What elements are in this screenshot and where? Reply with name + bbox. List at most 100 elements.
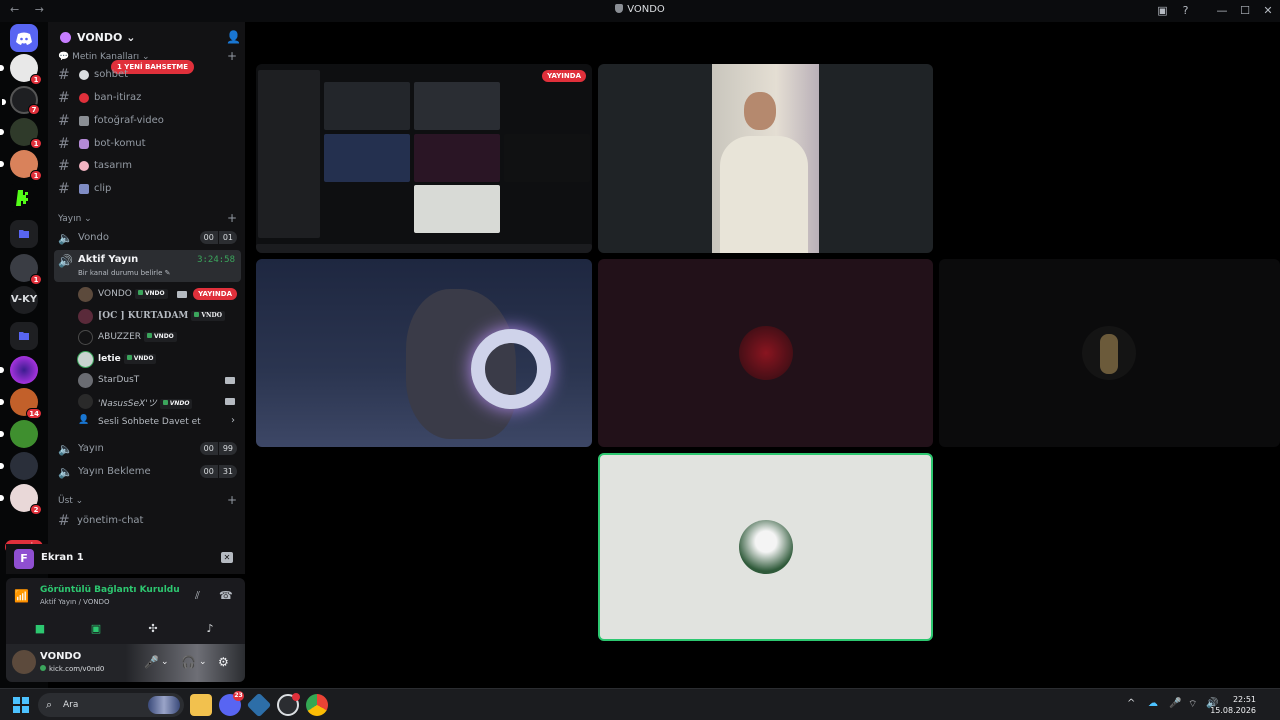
- voice-user[interactable]: ABUZZER VNDO: [76, 327, 241, 347]
- stream-tile-vondo[interactable]: YAYINDA: [256, 64, 592, 253]
- channel-sohbet[interactable]: # sohbet: [56, 65, 239, 85]
- maximize-button[interactable]: ☐: [1233, 2, 1257, 20]
- camera-tile-vondo[interactable]: [256, 259, 592, 447]
- channel-status[interactable]: Bir kanal durumu belirle ✎: [78, 269, 171, 277]
- server-icon-1[interactable]: 1: [0, 54, 42, 85]
- channel-bot-komut[interactable]: # bot-komut: [56, 134, 239, 154]
- chevron-up-icon[interactable]: ^: [1127, 698, 1135, 709]
- soundboard-button[interactable]: ♪: [186, 619, 234, 639]
- app-icon[interactable]: [246, 692, 272, 718]
- cloud-icon[interactable]: ☁: [1148, 698, 1158, 709]
- user-count-current: 00: [203, 233, 214, 242]
- connection-status[interactable]: Görüntülü Bağlantı Kuruldu: [40, 585, 180, 595]
- connection-location[interactable]: Aktif Yayın / VONDO: [40, 598, 109, 606]
- user-count-current: 00: [203, 444, 214, 453]
- avatar: [78, 330, 93, 345]
- microphone-icon[interactable]: 🎤: [144, 655, 159, 669]
- shield-icon: [615, 4, 624, 13]
- active-voice-channel[interactable]: 🔊 Aktif Yayın 3:24:58 Bir kanal durumu b…: [54, 250, 241, 282]
- voice-user[interactable]: VONDO VNDO YAYINDA: [76, 284, 241, 304]
- channel-yonetim-chat[interactable]: # yönetim-chat: [56, 511, 239, 531]
- close-button[interactable]: ✕: [1256, 2, 1280, 20]
- unread-pip: [0, 431, 4, 437]
- user-count-limit: 01: [217, 231, 237, 244]
- live-badge[interactable]: YAYINDA: [193, 288, 237, 300]
- server-icon-2[interactable]: 7: [2, 86, 40, 115]
- server-label: V-KY: [10, 294, 38, 305]
- create-channel-icon[interactable]: +: [227, 49, 237, 63]
- headphones-icon[interactable]: 🎧: [181, 655, 196, 669]
- folder-icon[interactable]: [10, 220, 38, 248]
- avatar-tile-letie[interactable]: [598, 453, 933, 641]
- voice-user[interactable]: letie VNDO: [76, 349, 241, 369]
- create-channel-icon[interactable]: +: [227, 493, 237, 507]
- user-count-limit: 99: [217, 442, 237, 455]
- avatar-tile-kurtadam[interactable]: [598, 259, 933, 447]
- camera-tile-letie[interactable]: [598, 64, 933, 253]
- discord-app-icon[interactable]: 23: [219, 691, 244, 716]
- server-icon-7[interactable]: 14: [0, 388, 42, 419]
- minimize-button[interactable]: —: [1210, 2, 1234, 20]
- clock-time: 22:51: [1232, 695, 1256, 704]
- add-user-icon: 👤: [78, 415, 90, 425]
- stream-preview-sidebar: [258, 70, 320, 238]
- discord-home-icon[interactable]: [10, 24, 38, 52]
- avatar[interactable]: [12, 650, 36, 674]
- channel-label: ban-itiraz: [94, 92, 142, 103]
- headphones-glow: [471, 329, 551, 409]
- kick-server-icon[interactable]: [10, 184, 38, 212]
- folder-icon-2[interactable]: [10, 322, 38, 350]
- channel-fotograf-video[interactable]: # fotoğraf-video: [56, 111, 239, 131]
- voice-channel-yayin-bekleme[interactable]: 🔈 Yayın Bekleme 00 31: [56, 462, 239, 482]
- create-channel-icon[interactable]: +: [227, 211, 237, 225]
- stop-stream-icon[interactable]: ✕: [221, 552, 233, 563]
- screen-share-button[interactable]: ▣: [72, 619, 120, 639]
- voice-channel-vondo[interactable]: 🔈 Vondo 00 01: [56, 228, 239, 248]
- disconnect-icon[interactable]: ☎: [219, 589, 233, 602]
- category-ust[interactable]: Üst ⌄: [58, 496, 83, 506]
- server-icon-vky[interactable]: V-KY: [10, 286, 38, 314]
- category-yayin[interactable]: Yayın ⌄: [58, 214, 92, 224]
- activities-button[interactable]: ✣: [129, 619, 177, 639]
- server-icon-6[interactable]: [0, 356, 38, 384]
- server-icon-5[interactable]: 1: [10, 254, 42, 285]
- server-header[interactable]: VONDO ⌄ 👤: [48, 22, 245, 52]
- signal-icon[interactable]: 📶: [14, 589, 29, 603]
- microphone-icon[interactable]: 🎤: [1169, 698, 1181, 709]
- chrome-icon[interactable]: [306, 694, 328, 716]
- server-icon-8[interactable]: [0, 420, 38, 448]
- channel-tasarim[interactable]: # tasarım: [56, 156, 239, 176]
- taskbar-search[interactable]: ⌕ Ara: [38, 693, 184, 717]
- channel-label: tasarım: [94, 160, 133, 171]
- network-icon[interactable]: ⌔: [1188, 698, 1197, 711]
- voice-user[interactable]: 'NasusSeX'ツ VNDO: [76, 391, 241, 411]
- inbox-icon[interactable]: ▣: [1156, 4, 1169, 17]
- help-icon[interactable]: ?: [1179, 4, 1192, 17]
- chevron-down-icon[interactable]: ⌄: [199, 657, 207, 667]
- channel-ban-itiraz[interactable]: # ban-itiraz: [56, 88, 239, 108]
- noise-suppression-icon[interactable]: ⫽: [195, 589, 200, 603]
- server-icon-9[interactable]: [0, 452, 38, 480]
- user-name[interactable]: VONDO: [40, 651, 81, 662]
- gear-icon[interactable]: ⚙: [218, 655, 229, 669]
- voice-user[interactable]: StarDusT: [76, 370, 241, 390]
- invite-people-icon[interactable]: 👤: [226, 30, 241, 44]
- channel-clip[interactable]: # clip: [56, 179, 239, 199]
- notification-badge: 23: [233, 691, 244, 701]
- mention-badge: 1: [30, 74, 42, 85]
- camera-button[interactable]: ■: [16, 619, 64, 639]
- windows-start-icon[interactable]: [13, 697, 29, 713]
- file-explorer-icon[interactable]: [190, 694, 212, 716]
- app-icon-2[interactable]: [277, 693, 300, 716]
- server-icon-3[interactable]: 1: [0, 118, 42, 149]
- invite-to-voice[interactable]: 👤 Sesli Sohbete Davet et ›: [76, 412, 241, 432]
- chevron-down-icon[interactable]: ⌄: [161, 657, 169, 667]
- system-clock[interactable]: 22:51 15.08.2026: [1210, 694, 1256, 716]
- title-bar: ← → VONDO ▣ ? — ☐ ✕: [0, 0, 1280, 22]
- user-name: 'NasusSeX'ツ: [98, 399, 157, 409]
- server-icon-4[interactable]: 1: [0, 150, 42, 181]
- server-icon-10[interactable]: 2: [0, 484, 42, 515]
- avatar-tile-abuzzer[interactable]: [939, 259, 1280, 447]
- voice-channel-yayin[interactable]: 🔈 Yayın 00 99: [56, 439, 239, 459]
- voice-user[interactable]: [OC ] KURTADAM VNDO: [76, 306, 241, 326]
